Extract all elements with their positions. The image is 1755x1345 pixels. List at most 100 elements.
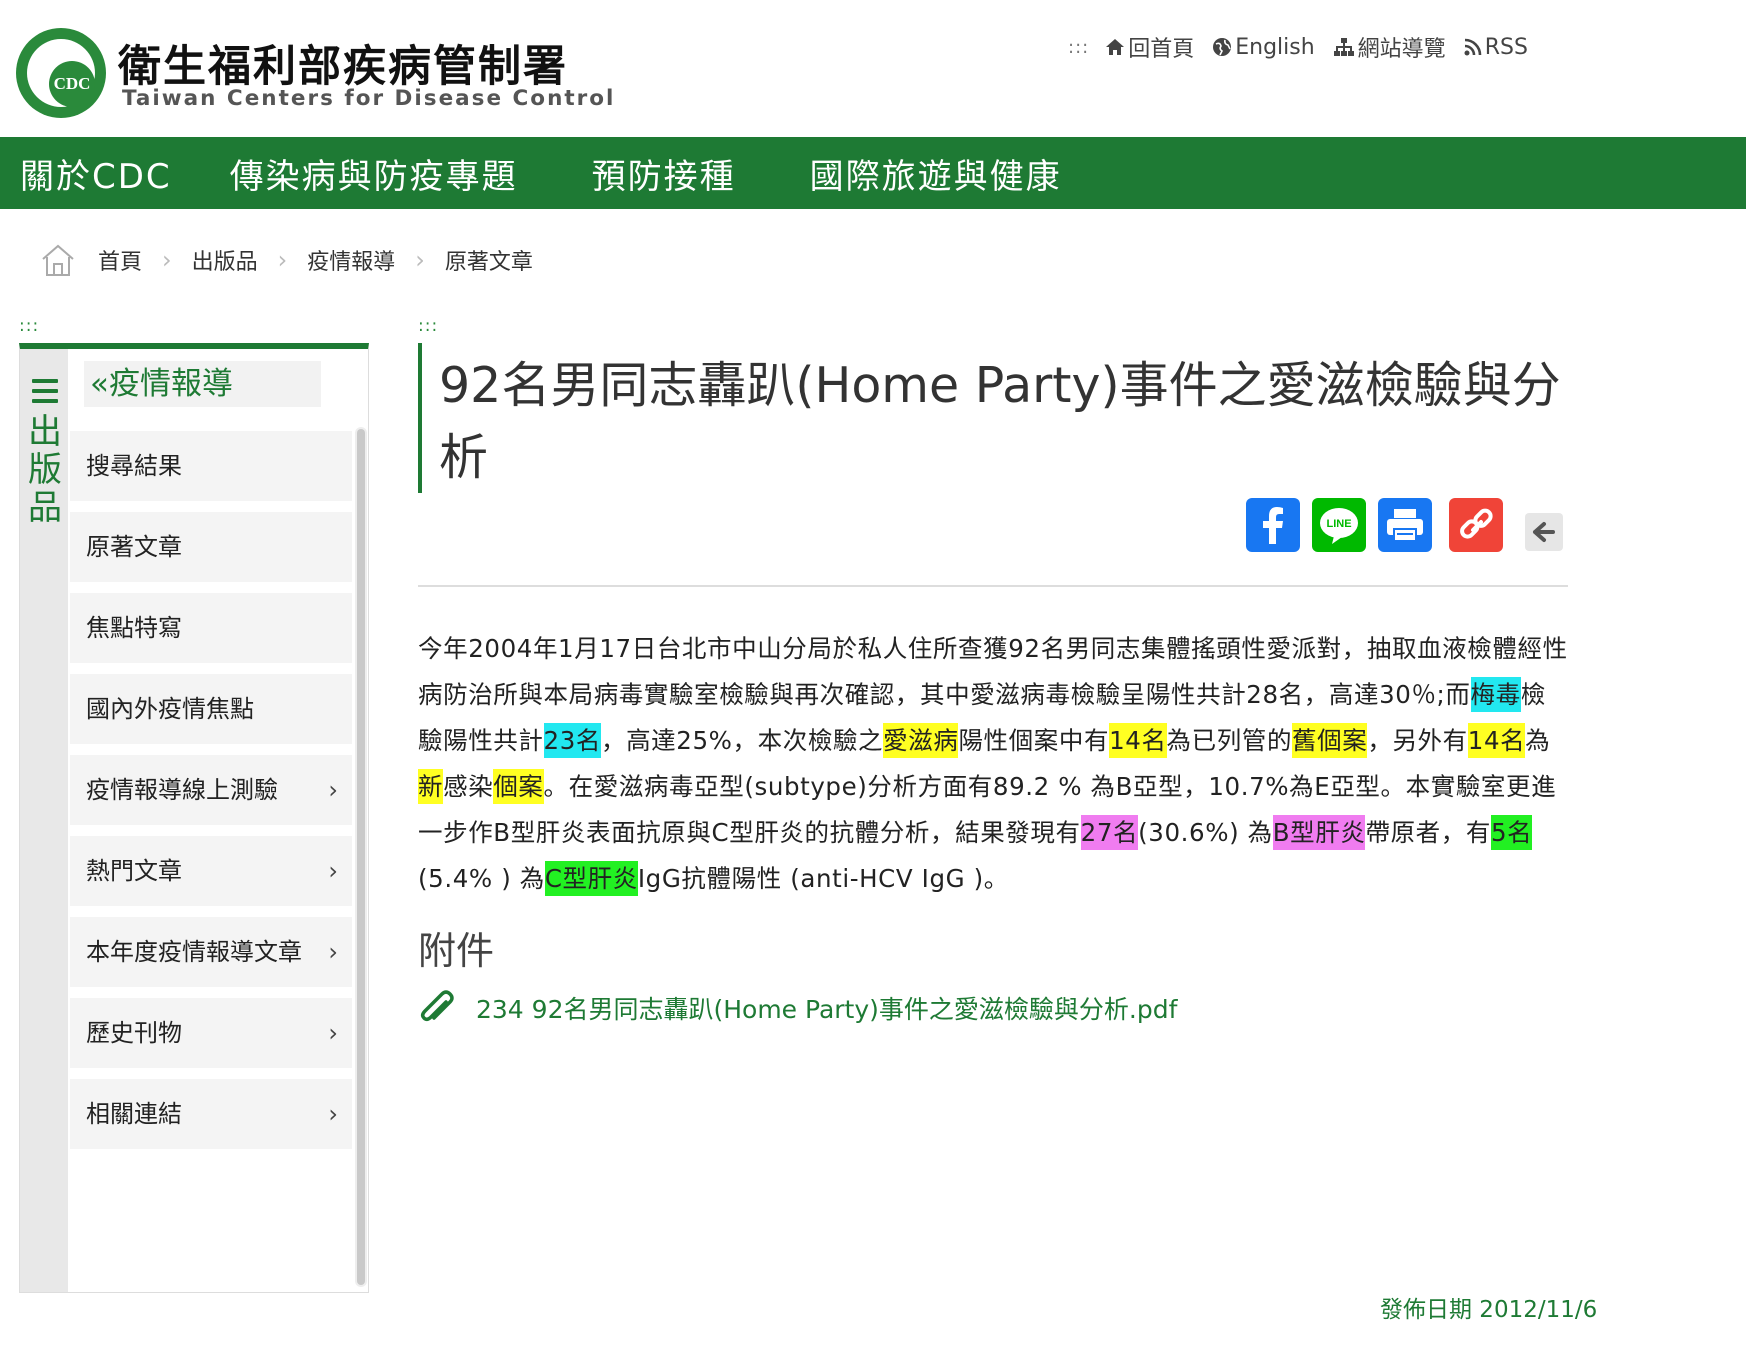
article-body: 今年2004年1月17日台北市中山分局於私人住所查獲92名男同志集體搖頭性愛派對… [418, 626, 1568, 902]
sidebar-item-epidemic-focus[interactable]: 國內外疫情焦點 [70, 674, 352, 744]
chevron-right-icon: › [328, 1019, 338, 1047]
breadcrumb-publications[interactable]: 出版品 [192, 244, 258, 276]
sidebar-item-label: 焦點特寫 [86, 614, 182, 642]
sidebar-item-label: 疫情報導線上測驗 [86, 776, 278, 804]
breadcrumb-original-articles[interactable]: 原著文章 [445, 244, 533, 276]
chevron-right-icon: › [162, 246, 172, 274]
accesskey-left[interactable]: ::: [19, 316, 39, 336]
sidebar-item-label: 國內外疫情焦點 [86, 695, 254, 723]
sidebar-heading[interactable]: «疫情報導 [84, 361, 321, 407]
hamburger-icon[interactable] [32, 379, 58, 405]
english-link[interactable]: English [1212, 34, 1315, 60]
content-divider [418, 585, 1568, 587]
body-text-segment: ，高達25%，本次檢驗之 [600, 726, 884, 755]
top-links: ::: 回首頁 English 網站導覽 RSS [1068, 31, 1546, 63]
nav-vaccination[interactable]: 預防接種 [592, 149, 736, 198]
copy-link-button[interactable] [1449, 498, 1503, 552]
chevron-right-icon: › [328, 776, 338, 804]
site-header: CDC 衛生福利部疾病管制署 Taiwan Centers for Diseas… [0, 0, 1755, 137]
line-share-button[interactable]: LINE [1312, 498, 1366, 552]
highlighted-text: B型肝炎 [1272, 815, 1366, 850]
english-link-label: English [1235, 34, 1315, 60]
accesskey-top[interactable]: ::: [1068, 37, 1089, 58]
rss-link-label: RSS [1484, 34, 1528, 60]
nav-infectious-diseases[interactable]: 傳染病與防疫專題 [230, 149, 518, 198]
link-icon [1449, 498, 1503, 552]
chevron-right-icon: › [328, 1100, 338, 1128]
body-text-segment: 帶原者，有 [1365, 818, 1491, 847]
body-text-segment: 陽性個案中有 [958, 726, 1110, 755]
sidebar-item-search-results[interactable]: 搜尋結果 [70, 431, 352, 501]
rss-icon [1464, 38, 1481, 56]
sidebar-item-original-articles[interactable]: 原著文章 [70, 512, 352, 582]
print-button[interactable] [1378, 498, 1432, 552]
sidebar-item-online-quiz[interactable]: 疫情報導線上測驗 › [70, 755, 352, 825]
sidebar: 出版品 «疫情報導 搜尋結果 原著文章 焦點特寫 國內外疫情焦點 疫情報導線上測… [19, 343, 369, 1293]
sitemap-icon [1333, 38, 1354, 56]
sidebar-item-label: 搜尋結果 [86, 452, 182, 480]
cdc-logo[interactable]: CDC [16, 28, 106, 118]
sitemap-link-label: 網站導覽 [1357, 37, 1446, 62]
attachment-link[interactable]: 234 92名男同志轟趴(Home Party)事件之愛滋檢驗與分析.pdf [418, 988, 1177, 1028]
body-text-segment: (5.4% ) 為 [418, 864, 545, 893]
body-text-segment: IgG抗體陽性 (anti-HCV IgG )。 [637, 864, 1009, 893]
home-link-label: 回首頁 [1128, 37, 1195, 62]
facebook-icon [1246, 498, 1300, 552]
article-title: 92名男同志轟趴(Home Party)事件之愛滋檢驗與分析 [439, 357, 1561, 486]
home-icon [1106, 39, 1125, 55]
sidebar-item-label: 熱門文章 [86, 857, 182, 885]
body-text-segment: 為 [1525, 726, 1551, 755]
sidebar-item-related-links[interactable]: 相關連結 › [70, 1079, 352, 1149]
chevron-right-icon: › [415, 246, 425, 274]
facebook-share-button[interactable] [1246, 498, 1300, 552]
body-text-segment: (30.6%) 為 [1138, 818, 1273, 847]
site-title[interactable]: 衛生福利部疾病管制署 [118, 32, 568, 94]
chevron-right-icon: › [277, 246, 288, 274]
sidebar-rail: 出版品 [20, 349, 68, 1292]
breadcrumb-home[interactable]: 首頁 [98, 244, 142, 276]
publish-date: 發佈日期 2012/11/6 [1380, 1297, 1598, 1323]
highlighted-text: 14名 [1109, 723, 1167, 758]
sidebar-item-history-issues[interactable]: 歷史刊物 › [70, 998, 352, 1068]
sidebar-item-label: 相關連結 [86, 1100, 182, 1128]
home-link[interactable]: 回首頁 [1105, 31, 1194, 63]
sidebar-item-label: 歷史刊物 [86, 1019, 182, 1047]
chevron-right-icon: › [328, 938, 338, 966]
line-icon: LINE [1312, 498, 1366, 552]
highlighted-text: 愛滋病 [883, 723, 959, 758]
home-icon[interactable] [40, 243, 76, 277]
highlighted-text: 23名 [543, 723, 601, 758]
scrollbar-thumb[interactable] [357, 429, 365, 1285]
nav-about-cdc[interactable]: 關於CDC [20, 149, 172, 198]
attachments-heading: 附件 [418, 929, 495, 973]
highlighted-text: 梅毒 [1470, 677, 1521, 712]
highlighted-text: 27名 [1080, 815, 1139, 850]
sidebar-scrollbar[interactable] [355, 427, 367, 1287]
sidebar-rail-label: 出版品 [28, 412, 62, 528]
nav-travel-health[interactable]: 國際旅遊與健康 [810, 149, 1062, 198]
print-icon [1378, 498, 1432, 552]
arrow-left-icon [1533, 522, 1555, 542]
accesskey-content[interactable]: ::: [418, 316, 438, 336]
title-accent-bar [418, 343, 422, 493]
highlighted-text: 14名 [1467, 723, 1526, 758]
sidebar-item-label: 原著文章 [86, 533, 182, 561]
svg-text:LINE: LINE [1326, 518, 1351, 530]
highlighted-text: 個案 [493, 769, 544, 804]
body-text-segment: 為已列管的 [1166, 726, 1293, 755]
chevron-right-icon: › [328, 857, 338, 885]
sidebar-item-focus-features[interactable]: 焦點特寫 [70, 593, 352, 663]
logo-text: CDC [49, 61, 95, 107]
sidebar-item-annual-articles[interactable]: 本年度疫情報導文章 › [70, 917, 352, 987]
breadcrumb: 首頁 › 出版品 › 疫情報導 › 原著文章 [40, 240, 533, 280]
paperclip-icon [420, 990, 454, 1022]
sidebar-item-label: 本年度疫情報導文章 [86, 938, 302, 966]
body-text-segment: 今年2004年1月17日台北市中山分局於私人住所查獲92名男同志集體搖頭性愛派對… [418, 634, 1568, 709]
main-nav: 關於CDC 傳染病與防疫專題 預防接種 國際旅遊與健康 [0, 137, 1746, 209]
sidebar-item-popular-articles[interactable]: 熱門文章 › [70, 836, 352, 906]
breadcrumb-epidemic-report[interactable]: 疫情報導 [307, 244, 395, 276]
sitemap-link[interactable]: 網站導覽 [1333, 31, 1446, 63]
rss-link[interactable]: RSS [1464, 35, 1528, 60]
back-button[interactable] [1525, 513, 1563, 551]
attachment-label: 234 92名男同志轟趴(Home Party)事件之愛滋檢驗與分析.pdf [476, 995, 1178, 1024]
